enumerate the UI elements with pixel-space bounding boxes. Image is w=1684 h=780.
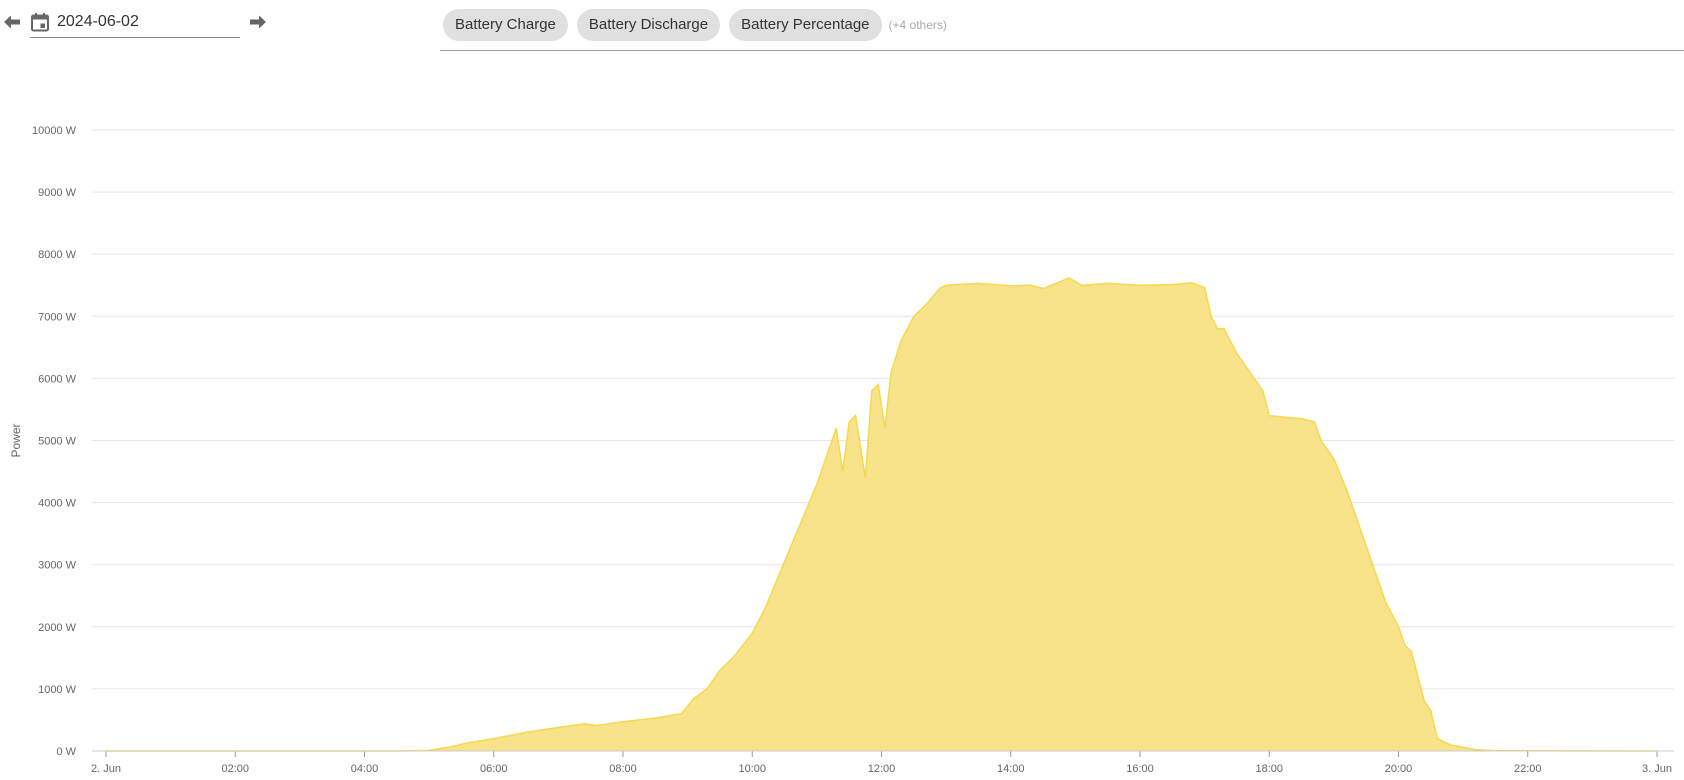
y-axis-title: Power — [9, 423, 23, 457]
y-tick-label: 7000 W — [38, 311, 77, 323]
arrow-right-icon — [248, 12, 268, 32]
chip-battery-percentage[interactable]: Battery Percentage — [729, 9, 882, 41]
y-tick-label: 10000 W — [32, 125, 77, 137]
x-tick-label: 06:00 — [480, 763, 508, 775]
x-tick-label: 16:00 — [1126, 763, 1154, 775]
y-tick-label: 9000 W — [38, 187, 77, 199]
y-tick-label: 1000 W — [38, 684, 77, 696]
power-area — [106, 277, 1657, 751]
x-tick-label: 3. Jun — [1642, 763, 1672, 775]
y-tick-label: 8000 W — [38, 249, 77, 261]
y-tick-label: 2000 W — [38, 622, 77, 634]
x-tick-label: 08:00 — [609, 763, 637, 775]
arrow-left-icon — [2, 12, 22, 32]
date-picker[interactable] — [30, 8, 240, 38]
x-tick-label: 12:00 — [868, 763, 896, 775]
x-tick-label: 18:00 — [1255, 763, 1283, 775]
y-tick-label: 4000 W — [38, 498, 77, 510]
chip-battery-charge[interactable]: Battery Charge — [443, 9, 568, 41]
x-tick-label: 20:00 — [1385, 763, 1413, 775]
x-tick-label: 04:00 — [351, 763, 379, 775]
y-tick-label: 6000 W — [38, 373, 77, 385]
date-input[interactable] — [57, 10, 232, 34]
prev-day-button[interactable] — [2, 12, 22, 32]
x-tick-label: 14:00 — [997, 763, 1025, 775]
y-tick-label: 3000 W — [38, 560, 77, 572]
y-tick-label: 5000 W — [38, 436, 77, 448]
x-tick-label: 02:00 — [221, 763, 249, 775]
more-series-count: (+4 others) — [888, 18, 947, 32]
calendar-icon — [30, 12, 50, 32]
y-tick-label: 0 W — [56, 746, 76, 758]
next-day-button[interactable] — [248, 12, 268, 32]
power-area-chart: 0 W 1000 W 2000 W 3000 W 4000 W 5000 W 6000 W 7… — [9, 125, 1674, 775]
x-tick-label: 2. Jun — [91, 763, 121, 775]
x-tick-label: 10:00 — [738, 763, 766, 775]
series-selector[interactable]: Battery Charge Battery Discharge Battery… — [440, 0, 1684, 51]
chip-battery-discharge[interactable]: Battery Discharge — [576, 9, 721, 41]
x-tick-label: 22:00 — [1514, 763, 1542, 775]
